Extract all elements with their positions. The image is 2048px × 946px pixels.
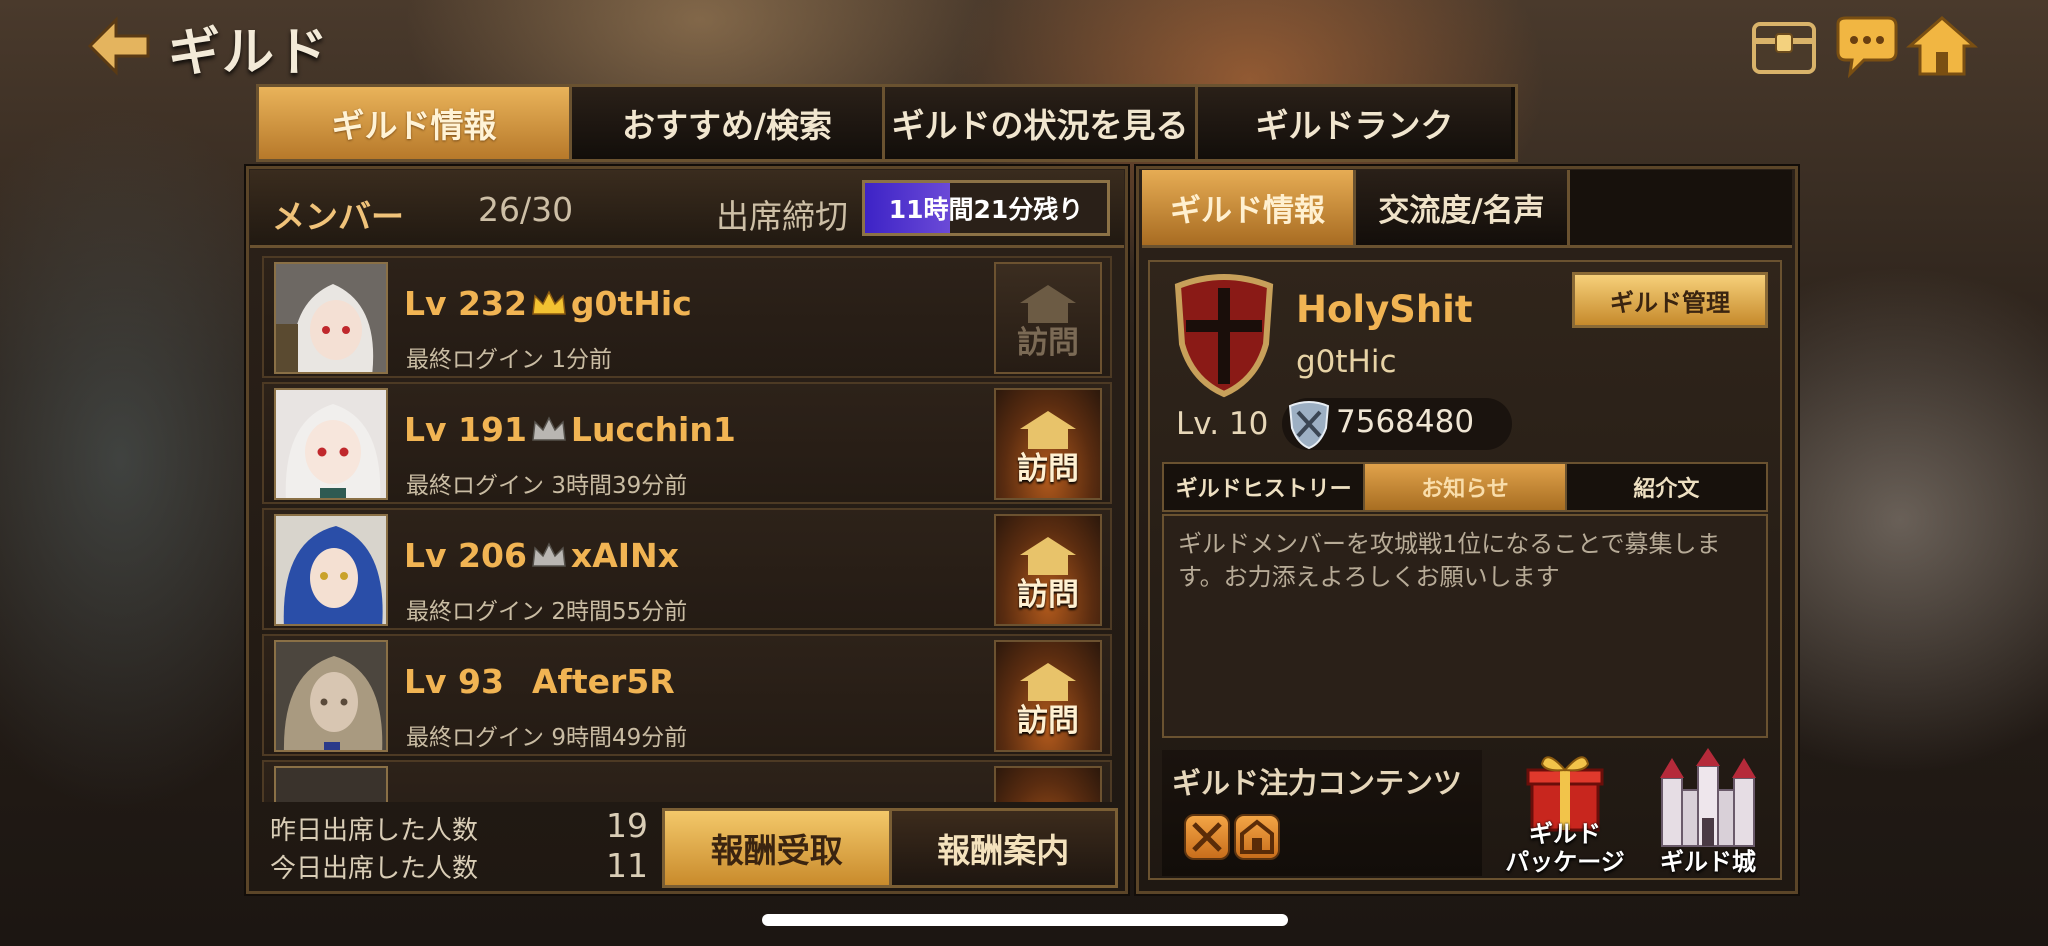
today-attendance-count: 11 (606, 846, 648, 885)
tab-introduction[interactable]: 紹介文 (1567, 464, 1766, 510)
castle-icon (1660, 748, 1756, 847)
member-name: Lucchin1 (570, 410, 736, 449)
member-last-login: 最終ログイン 9時間49分前 (406, 725, 688, 751)
visit-button[interactable]: 訪問 (994, 388, 1102, 500)
member-level: Lv 206 xAINx (404, 536, 679, 575)
silver-crown-icon (532, 415, 566, 441)
tab-exchange-fame[interactable]: 交流度/名声 (1356, 170, 1570, 245)
chat-button[interactable] (1830, 14, 1902, 79)
member-name: After5R (531, 662, 675, 701)
attendance-deadline-label: 出席締切 (716, 197, 848, 236)
silver-crown-icon (532, 541, 566, 567)
member-avatar (274, 262, 388, 374)
member-count: 26/30 (478, 190, 574, 229)
tab-guild-rank[interactable]: ギルドランク (1198, 87, 1511, 159)
tab-guild-status[interactable]: ギルドの状況を見る (885, 87, 1198, 159)
member-name: xAINx (570, 536, 679, 575)
tab-info-guild-info[interactable]: ギルド情報 (1142, 170, 1356, 245)
visit-button[interactable]: 訪問 (994, 640, 1102, 752)
claim-reward-button[interactable]: 報酬受取 (665, 811, 889, 885)
tab-recommend-search[interactable]: おすすめ/検索 (572, 87, 885, 159)
member-avatar (274, 640, 388, 752)
home-button[interactable] (1906, 14, 1978, 78)
notice-tabs: ギルドヒストリー お知らせ 紹介文 (1162, 462, 1768, 512)
shop-icon (1234, 814, 1280, 860)
focus-content-label: ギルド注力コンテンツ (1172, 766, 1463, 800)
member-name: g0tHic (570, 284, 692, 323)
shield-icon (1174, 274, 1274, 398)
tab-guild-history[interactable]: ギルドヒストリー (1164, 464, 1366, 510)
guild-power-value: 7568480 (1336, 404, 1475, 440)
member-label: メンバー (272, 197, 404, 236)
visit-button[interactable]: 訪問 (994, 514, 1102, 626)
member-avatar (274, 514, 388, 626)
attendance-deadline-bar: 11時間21分残り (862, 180, 1110, 236)
member-row[interactable]: Lv 93 After5R 最終ログイン 9時間49分前 訪問 (262, 634, 1112, 756)
member-level: Lv 191 Lucchin1 (404, 410, 736, 449)
treasure-chest-button[interactable] (1748, 14, 1820, 78)
tab-guild-info[interactable]: ギルド情報 (259, 87, 572, 159)
tab-announcement[interactable]: お知らせ (1365, 464, 1567, 510)
reward-buttons: 報酬受取 報酬案内 (662, 808, 1118, 888)
chat-icon (1836, 16, 1898, 79)
member-level: Lv 93 After5R (404, 662, 675, 701)
main-tabs: ギルド情報 おすすめ/検索 ギルドの状況を見る ギルドランク (256, 84, 1518, 162)
combat-power-icon (1284, 398, 1334, 450)
guild-name: HolyShit (1296, 288, 1473, 331)
member-avatar (274, 388, 388, 500)
member-row[interactable]: Lv 232 g0tHic 最終ログイン 1分前 訪問 (262, 256, 1112, 378)
announcement-text: ギルドメンバーを攻城戦1位になることで募集します。お力添えよろしくお願いします (1162, 514, 1768, 738)
member-level: Lv 232 g0tHic (404, 284, 692, 323)
member-row[interactable]: Lv 206 xAINx 最終ログイン 2時間55分前 訪問 (262, 508, 1112, 630)
treasure-chest-icon (1752, 22, 1816, 74)
home-icon (1906, 16, 1978, 76)
visit-button[interactable] (994, 766, 1102, 802)
guild-level: Lv. 10 (1176, 406, 1269, 442)
member-last-login: 最終ログイン 1分前 (406, 347, 612, 373)
yesterday-attendance-count: 19 (606, 806, 648, 845)
member-row[interactable]: Lv 191 Lucchin1 最終ログイン 3時間39分前 訪問 (262, 382, 1112, 504)
member-avatar (274, 766, 388, 802)
member-last-login: 最終ログイン 2時間55分前 (406, 599, 688, 625)
guild-emblem (1170, 272, 1278, 398)
back-arrow-icon (87, 16, 150, 76)
gold-crown-icon (532, 289, 566, 315)
member-row-partial[interactable] (262, 760, 1112, 802)
crossed-swords-icon (1184, 814, 1230, 860)
today-attendance-label: 今日出席した人数 (270, 854, 479, 884)
yesterday-attendance-label: 昨日出席した人数 (270, 816, 479, 846)
member-last-login: 最終ログイン 3時間39分前 (406, 473, 688, 499)
guild-master-name: g0tHic (1296, 344, 1397, 380)
guild-package-label: ギルド パッケージ (1505, 820, 1625, 876)
guild-castle-label: ギルド城 (1660, 848, 1756, 876)
reward-info-button[interactable]: 報酬案内 (888, 811, 1115, 885)
visit-button[interactable]: 訪問 (994, 262, 1102, 374)
attendance-summary: 昨日出席した人数 19 今日出席した人数 11 (256, 806, 664, 890)
member-list[interactable]: Lv 232 g0tHic 最終ログイン 1分前 訪問 Lv 191 Lucch… (262, 256, 1112, 802)
guild-manage-button[interactable]: ギルド管理 (1572, 272, 1768, 328)
home-indicator[interactable] (762, 914, 1288, 926)
back-button[interactable] (84, 14, 154, 78)
info-tabs: ギルド情報 交流度/名声 (1142, 170, 1792, 248)
page-title: ギルド (168, 23, 331, 83)
deadline-remaining: 11時間21分残り (888, 195, 1084, 224)
